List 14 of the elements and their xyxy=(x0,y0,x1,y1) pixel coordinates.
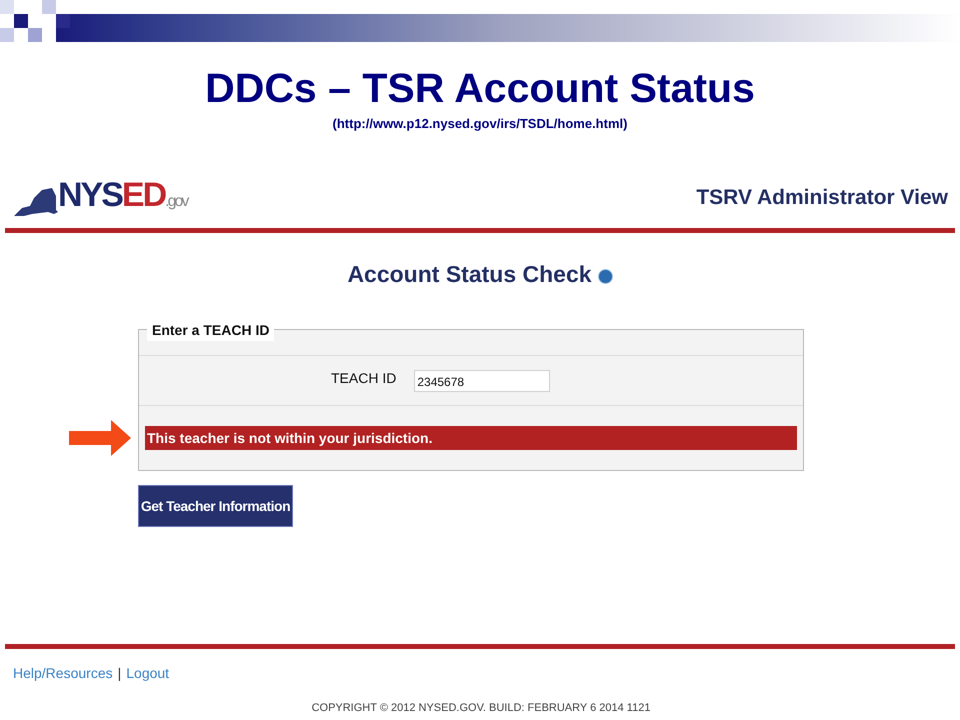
field-label: TEACH ID xyxy=(331,369,396,388)
arrow-icon xyxy=(69,420,131,456)
help-resources-link[interactable]: Help/Resources xyxy=(13,663,113,684)
view-title: TSRV Administrator View xyxy=(696,185,948,211)
link-separator: | xyxy=(118,664,122,683)
slide-subtitle: (http://www.p12.nysed.gov/irs/TSDL/home.html) xyxy=(332,115,628,133)
get-teacher-information-button[interactable]: Get Teacher Information xyxy=(138,485,293,527)
slide-title: DDCs – TSR Account Status xyxy=(205,65,755,111)
page-title: Account Status Check xyxy=(347,260,592,288)
logout-link[interactable]: Logout xyxy=(126,663,170,684)
copyright-text: COPYRIGHT © 2012 NYSED.GOV. BUILD: FEBRUARY 6 2014 1121 xyxy=(312,701,650,716)
teach-id-field[interactable]: 2345678 xyxy=(414,370,550,392)
logo-text: NYSED.gov xyxy=(58,176,188,216)
error-message: This teacher is not within your jurisdiction. xyxy=(145,426,797,450)
